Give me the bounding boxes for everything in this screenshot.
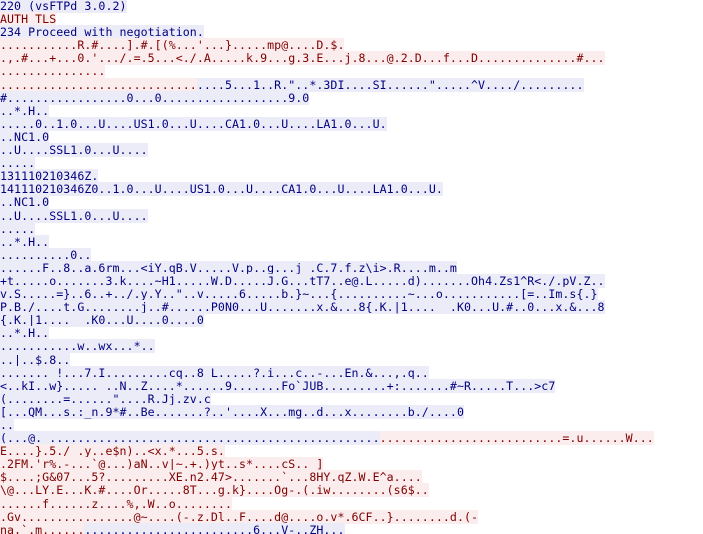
server-data-segment: ..... xyxy=(0,221,36,236)
stream-line: #.................0...0.................… xyxy=(0,90,703,105)
server-data-segment: P.B./....t.G........j..#......P0N0...U..… xyxy=(0,300,605,315)
server-data-segment: 131110210346Z. xyxy=(0,169,99,184)
client-data-segment: .Gv................@~....(-.z.Dl..F....d… xyxy=(0,509,479,524)
stream-line: ..........0.. xyxy=(0,247,703,262)
server-data-segment: ........................6...V-..ZH... xyxy=(84,522,345,534)
server-data-segment: ..NC1.0 xyxy=(0,129,50,144)
server-data-segment: (...@. .................................… xyxy=(0,431,380,446)
client-data-segment: ............... xyxy=(0,64,106,79)
stream-line: ......F..8..a.6rm...<iY.qB.V.....V.p..g.… xyxy=(0,260,703,275)
stream-line: <..kI..w}....._..N..Z....*......9.......… xyxy=(0,378,703,393)
server-data-segment: ..NC1.0 xyxy=(0,195,50,210)
server-data-segment: <..kI..w}....._..N..Z....*......9.......… xyxy=(0,378,556,393)
stream-line: ..U....SSL1.0...U.... xyxy=(0,208,703,223)
client-data-segment: \@...LY.E...K.#....Or.....8T...g.k}....O… xyxy=(0,483,429,498)
server-data-segment: 220 (vsFTPd 3.0.2) xyxy=(0,0,127,13)
client-data-segment: .2FM.'r%.-...`@...)aN..v|~.+.)yt..s*....… xyxy=(0,457,324,472)
server-data-segment: +t.....o.......3.k....~H1.....W.D.....J.… xyxy=(0,273,605,288)
stream-line: ..... xyxy=(0,221,703,236)
stream-line: ...........w..wx...*.. xyxy=(0,339,703,354)
stream-line: [...QM...s.:_n.9*#..Be.......?..'....X..… xyxy=(0,404,703,419)
stream-line: .Gv................@~....(-.z.Dl..F....d… xyxy=(0,509,703,524)
client-data-segment: $....;G&07...5?.........XE.n2.47>.......… xyxy=(0,470,422,485)
server-data-segment: ..*.H.. xyxy=(0,103,50,118)
server-data-segment: ......F..8..a.6rm...<iY.qB.V.....V.p..g.… xyxy=(0,260,457,275)
client-data-segment: E....}.5./_.y..e$n)..<x.*...5.s. xyxy=(0,444,225,459)
server-data-segment: {.K.|1.... .K0...U....0....0 xyxy=(0,313,204,328)
stream-line: ..NC1.0 xyxy=(0,195,703,210)
stream-line: ..... xyxy=(0,156,703,171)
stream-line: ....... !...7.I.........cq..8 L.....?.i.… xyxy=(0,365,703,380)
stream-line: 220 (vsFTPd 3.0.2) xyxy=(0,0,703,13)
server-data-segment: ....... !...7.I.........cq..8 L.....?.i.… xyxy=(0,365,429,380)
server-data-segment: [...QM...s.:_n.9*#..Be.......?..'....X..… xyxy=(0,404,464,419)
server-data-segment: ..U....SSL1.0...U.... xyxy=(0,143,148,158)
server-data-segment: (........=......"....R.Jj.zv.c xyxy=(0,391,211,406)
server-data-segment: ..*.H.. xyxy=(0,234,50,249)
stream-line: .....0..1.0...U....US1.0...U....CA1.0...… xyxy=(0,116,703,131)
stream-line: \@...LY.E...K.#....Or.....8T...g.k}....O… xyxy=(0,483,703,498)
client-data-segment: ..........................=.u......W... xyxy=(379,431,654,446)
stream-line: .,.#...+...0.'.../.=.5...<./.A.....k.9..… xyxy=(0,51,703,66)
client-data-segment: AUTH TLS xyxy=(0,12,57,27)
stream-line: na,`.m..............................6...… xyxy=(0,522,703,534)
server-data-segment: 141110210346Z0..1.0...U....US1.0...U....… xyxy=(0,182,443,197)
stream-line: ............... xyxy=(0,64,703,79)
server-data-segment: #.................0...0.................… xyxy=(0,90,310,105)
stream-line: ......f......z....%,.W..o........ xyxy=(0,496,703,511)
stream-line: {.K.|1.... .K0...U....0....0 xyxy=(0,313,703,328)
server-data-segment: 234 Proceed with negotiation. xyxy=(0,25,204,40)
server-data-segment: ..|..$.8.. xyxy=(0,352,71,367)
stream-line: ..|..$.8.. xyxy=(0,352,703,367)
stream-line: ................................5...1..R… xyxy=(0,77,703,92)
server-data-segment: .. xyxy=(0,418,15,432)
stream-line: (........=......"....R.Jj.zv.c xyxy=(0,391,703,406)
server-data-segment: ..... xyxy=(0,156,36,171)
stream-line: ..*.H.. xyxy=(0,234,703,249)
stream-line: ..U....SSL1.0...U.... xyxy=(0,143,703,158)
client-data-segment: na,`.m...... xyxy=(0,522,85,534)
server-data-segment: ....5...1..R."..*.3DI....SI......".....^… xyxy=(196,77,584,92)
server-data-segment: .....0..1.0...U....US1.0...U....CA1.0...… xyxy=(0,116,387,131)
server-data-segment: v.S.....=}..6..+../.y.Y.."..v.....6.....… xyxy=(0,287,598,302)
stream-line: 141110210346Z0..1.0...U....US1.0...U....… xyxy=(0,182,703,197)
client-data-segment: .,.#...+...0.'.../.=.5...<./.A.....k.9..… xyxy=(0,51,605,66)
tcp-stream-content[interactable]: 220 (vsFTPd 3.0.2) AUTH TLS 234 Proceed wi… xyxy=(0,0,703,534)
server-data-segment: ..U....SSL1.0...U.... xyxy=(0,208,148,223)
server-data-segment: ..*.H.. xyxy=(0,326,50,341)
client-data-segment: ......f......z....%,.W..o........ xyxy=(0,496,232,511)
server-data-segment: ...........w..wx...*.. xyxy=(0,339,155,354)
client-data-segment: ...........R.#....].#.[(%...'...}.....mp… xyxy=(0,38,345,53)
stream-line: ..*.H.. xyxy=(0,103,703,118)
server-data-segment: ..........0.. xyxy=(0,247,92,262)
client-data-segment: ............................ xyxy=(0,77,197,92)
